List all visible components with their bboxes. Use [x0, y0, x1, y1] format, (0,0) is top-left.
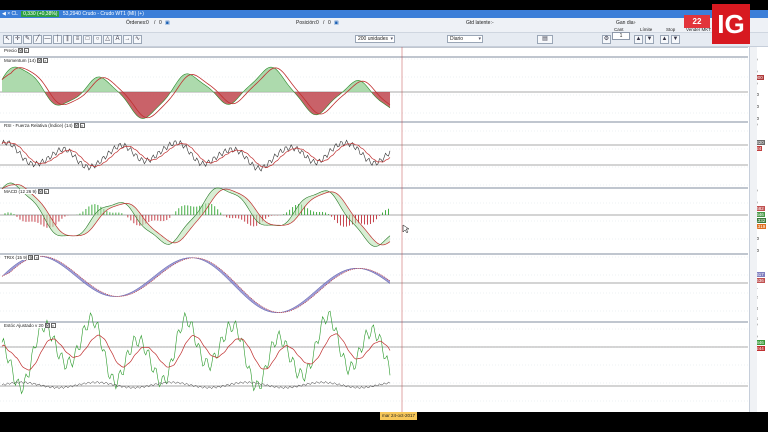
ordenes-sep: / [154, 20, 156, 26]
cursor-icon[interactable]: ↖ [3, 35, 12, 44]
ordenes-value2: 0 [159, 20, 162, 26]
limit-buy-icon[interactable]: ▲ [634, 35, 643, 44]
stoch-k-line [1, 310, 391, 395]
limite-label: Límite [640, 27, 653, 32]
close-icon[interactable]: × [42, 58, 48, 64]
units-value: 200 unidades [358, 36, 389, 42]
wrench-icon[interactable]: ⚒ [28, 255, 34, 261]
panel-title-trix[interactable]: TRIX (15 9) ⚒ × [3, 255, 41, 261]
pencil-icon[interactable]: ✎ [23, 35, 32, 44]
panel-title-macd[interactable]: MACD (12 26 9) ⚒ × [3, 189, 50, 195]
panel-title-precio[interactable]: Precio ⚒ × [3, 48, 30, 54]
wrench-icon[interactable]: ⚒ [73, 123, 79, 129]
settings-icon[interactable]: ⚙ [602, 35, 611, 44]
horizontal-line-icon[interactable]: ― [43, 35, 52, 44]
vertical-scrollbar[interactable] [749, 47, 757, 412]
gan-value: - [634, 20, 636, 26]
mouse-cursor-icon [402, 224, 410, 234]
period-value: Diario [450, 36, 464, 42]
crosshair-date-label: mar 24-oct-2017 [380, 412, 418, 420]
ellipse-icon[interactable]: ○ [93, 35, 102, 44]
wrench-icon[interactable]: ⚒ [17, 48, 23, 54]
posicion-value: 0 [316, 20, 319, 26]
order-info-bar: Órdenes: 0 / 0 ▣ Posición: 0 / 0 ▣ Gtd l… [0, 18, 768, 33]
panel-title-momentum[interactable]: Momentum (14) ⚒ × [3, 58, 49, 64]
triangle-icon[interactable]: △ [103, 35, 112, 44]
close-icon[interactable]: × [43, 189, 49, 195]
wrench-icon[interactable]: ⚒ [37, 189, 43, 195]
last-price-badge: 0,330 (+0,38%) [21, 11, 60, 17]
limit-sell-icon[interactable]: ▼ [645, 35, 654, 44]
stoch-d-line [1, 333, 391, 371]
ig-logo: IG [712, 4, 750, 44]
app-window: ◀ × CL 0,330 (+0,38%) 53,2940 Crudo - Cr… [0, 10, 768, 422]
ordenes-value: 0 [146, 20, 149, 26]
arrow-icon[interactable]: → [123, 35, 132, 44]
stop-sell-icon[interactable]: ▼ [671, 35, 680, 44]
chart-canvas[interactable] [0, 47, 768, 412]
panel-title-rsi[interactable]: RSI - Fuerza Relativa (Índice) (14) ⚒ × [3, 123, 86, 129]
close-icon[interactable]: × [34, 255, 40, 261]
stop-buy-icon[interactable]: ▲ [660, 35, 669, 44]
instrument-name: 53,2940 Crudo - Crudo WT1 (MI) (+) [62, 11, 144, 17]
cycle-icon[interactable]: ∿ [133, 35, 142, 44]
rectangle-icon[interactable]: □ [83, 35, 92, 44]
fibonacci-icon[interactable]: ≡ [73, 35, 82, 44]
chart-type-button[interactable]: ▤ [537, 35, 553, 44]
momentum-positive-fill [2, 67, 390, 92]
trix-line [1, 255, 391, 313]
rsi-signal-line [1, 141, 391, 168]
title-bar: ◀ × CL 0,330 (+0,38%) 53,2940 Crudo - Cr… [0, 10, 768, 18]
posicion-link-icon[interactable]: ▣ [334, 20, 339, 26]
trix-fill [2, 256, 390, 313]
gtd-value: - [492, 20, 494, 26]
wrench-icon[interactable]: ⚒ [44, 323, 50, 329]
wrench-icon[interactable]: ⚒ [36, 58, 42, 64]
sell-market-value: 22 [692, 17, 702, 26]
units-select[interactable]: 200 unidades ▾ [355, 35, 395, 43]
drawing-toolbar: ↖ ✛ ✎ ╱ ― │ ∥ ≡ □ ○ △ A → ∿ 200 unidades ▾ Diario ▾ ▤… [0, 32, 768, 47]
posicion-sep: / [323, 20, 325, 26]
ordenes-link-icon[interactable]: ▣ [165, 20, 170, 26]
period-select[interactable]: Diario ▾ [447, 35, 483, 43]
window-controls[interactable]: ◀ × CL [2, 11, 18, 17]
chevron-down-icon: ▾ [478, 36, 481, 42]
close-icon[interactable]: × [50, 323, 56, 329]
stop-label: Stop [666, 27, 676, 32]
text-icon[interactable]: A [113, 35, 122, 44]
sell-market-button[interactable]: 22 [684, 15, 710, 28]
stoch-volume-line [1, 380, 391, 390]
vertical-line-icon[interactable]: │ [53, 35, 62, 44]
cant-input[interactable]: 1 [612, 32, 630, 40]
crosshair-icon[interactable]: ✛ [13, 35, 22, 44]
gtd-label: Gtd latente: [466, 20, 492, 26]
panel-title-stoch[interactable]: Estóc Ajustado v 20 ⚒ × [3, 323, 57, 329]
posicion-label: Posición: [296, 20, 317, 26]
ordenes-label: Órdenes: [126, 20, 147, 26]
channel-icon[interactable]: ∥ [63, 35, 72, 44]
close-icon[interactable]: × [23, 48, 29, 54]
trix-signal-line [1, 255, 391, 313]
trendline-icon[interactable]: ╱ [33, 35, 42, 44]
cant-value: 1 [619, 33, 623, 39]
gan-label: Gan dia: [616, 20, 635, 26]
posicion-value2: 0 [328, 20, 331, 26]
chevron-down-icon: ▾ [390, 36, 393, 42]
close-icon[interactable]: × [79, 123, 85, 129]
